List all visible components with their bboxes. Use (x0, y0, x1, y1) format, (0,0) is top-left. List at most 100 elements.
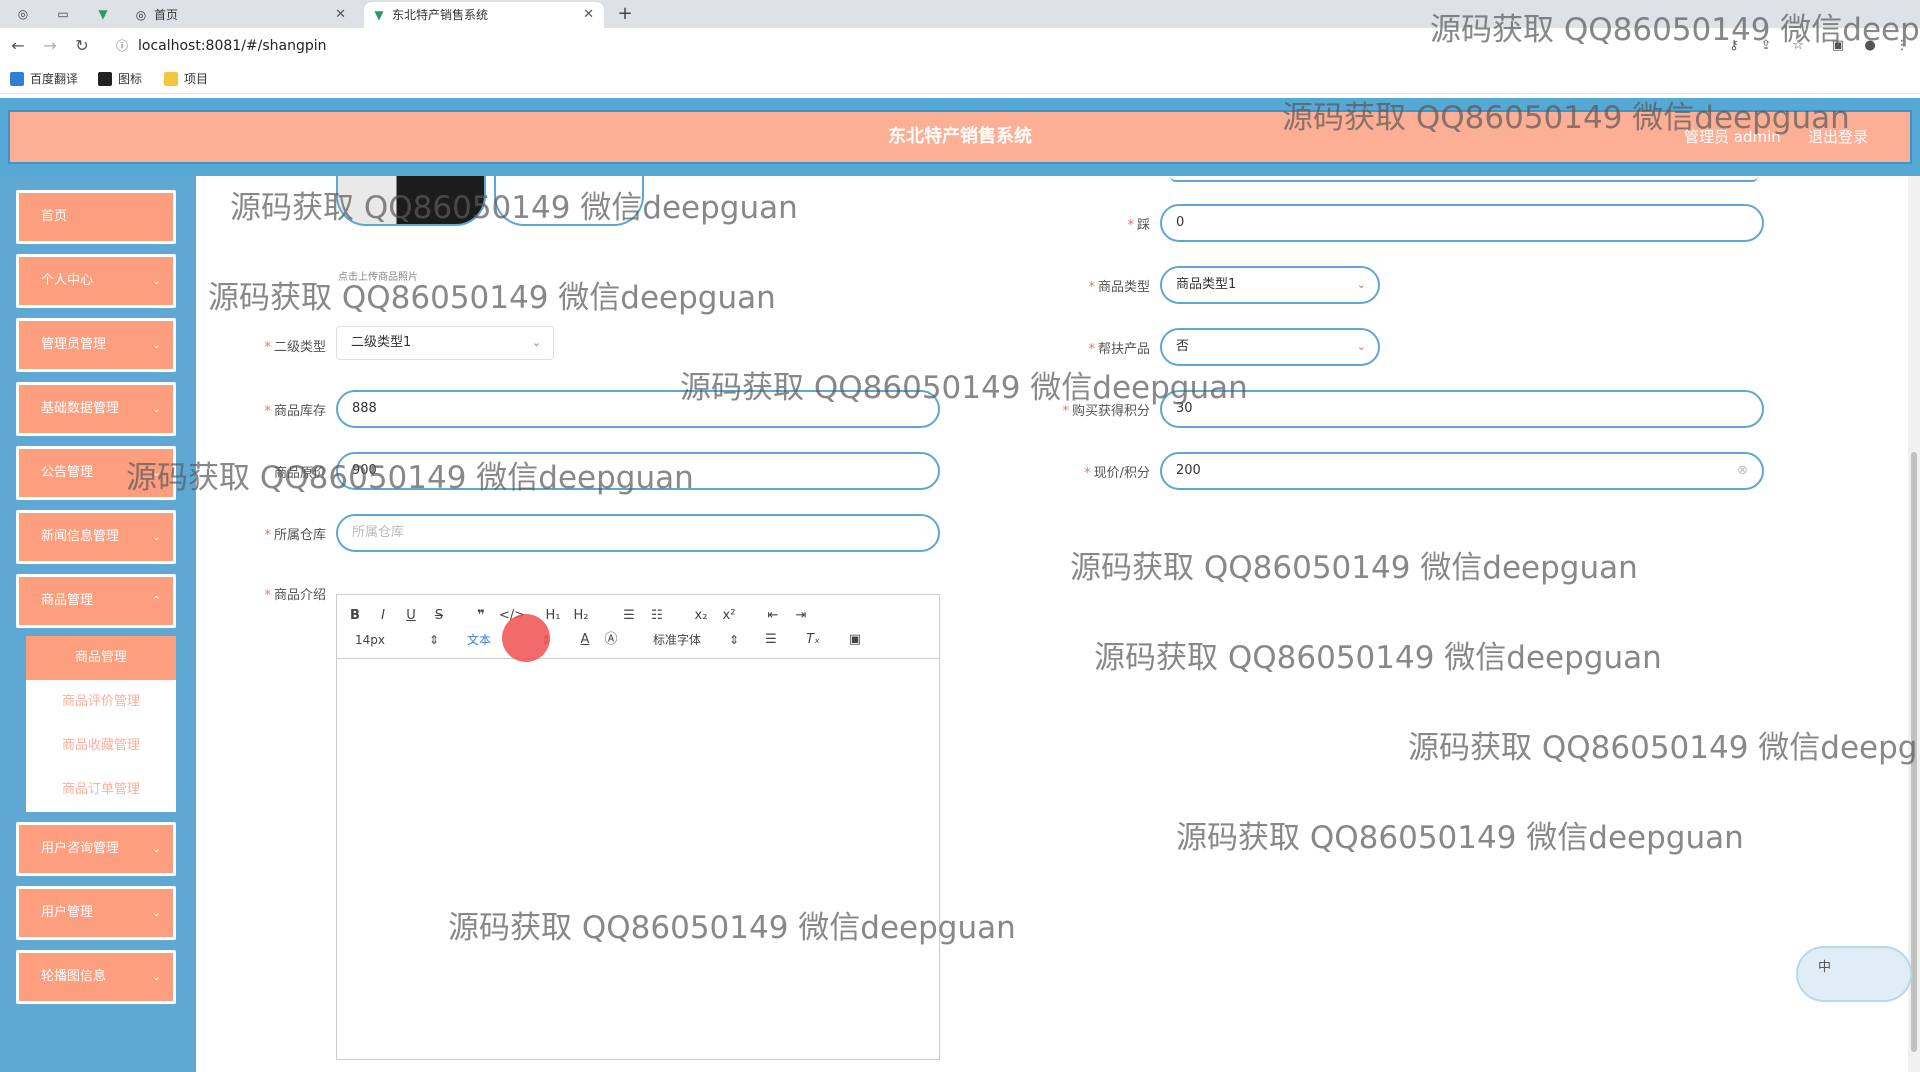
reload-icon[interactable]: ↻ (72, 36, 92, 56)
points-input[interactable]: 30 (1160, 390, 1764, 428)
clear-icon[interactable]: ⊗ (1737, 454, 1748, 488)
aid-product-label: * 帮扶产品 (1088, 342, 1150, 357)
close-icon[interactable]: ✕ (583, 2, 594, 28)
bold-icon[interactable]: B (345, 607, 365, 625)
ordered-list-icon[interactable]: ☰ (619, 607, 639, 625)
sidebar-item-carousel[interactable]: 轮播图信息 ⌄ (16, 950, 176, 1004)
align-icon[interactable]: ☰ (761, 631, 781, 649)
browser-tab-bar: ◎ ▭ ▼ ◎ 首页 ✕ ▼ 东北特产销售系统 ✕ + (0, 0, 1920, 28)
sidebar-item-basedata[interactable]: 基础数据管理 ⌄ (16, 382, 176, 436)
secondary-type-select[interactable]: 二级类型1 ⌄ (336, 326, 554, 360)
points-label: * 购买获得积分 (1062, 404, 1150, 419)
page-title: 东北特产销售系统 (888, 126, 1032, 147)
admin-label: 管理员 admin (1684, 128, 1781, 146)
image-icon[interactable]: ▣ (845, 631, 865, 649)
secondary-type-label: * 二级类型 (264, 340, 326, 355)
new-tab-button[interactable]: + (614, 4, 636, 24)
font-family-select[interactable]: 标准字体 ⇕ (653, 631, 739, 649)
bookmark-project[interactable]: 项目 (164, 70, 208, 88)
intro-label: * 商品介绍 (264, 588, 326, 603)
sidepanel-icon[interactable]: ▣ (1830, 38, 1846, 54)
globe-icon[interactable]: ◎ (12, 4, 34, 24)
product-image-preview[interactable] (336, 176, 486, 226)
close-icon[interactable]: ✕ (335, 2, 346, 28)
warehouse-input[interactable]: 所属仓库 (336, 514, 940, 552)
original-price-input[interactable]: 900 (336, 452, 940, 490)
translate-icon (10, 72, 24, 86)
info-icon[interactable]: ⓘ (116, 32, 128, 60)
sidebar-item-consult[interactable]: 用户咨询管理 ⌄ (16, 822, 176, 876)
back-icon[interactable]: ← (8, 36, 28, 56)
background-color-icon[interactable]: Ⓐ (601, 631, 621, 649)
chevron-down-icon: ⌄ (151, 402, 161, 415)
sidebar-item-admins[interactable]: 管理员管理 ⌄ (16, 318, 176, 372)
watermark: 源码获取 QQ86050149 微信deepguan (208, 280, 776, 316)
product-type-select[interactable]: 商品类型1 ⌄ (1160, 266, 1380, 304)
superscript-icon[interactable]: x² (719, 607, 739, 625)
updown-icon: ⇕ (428, 633, 439, 647)
clear-format-icon[interactable]: Tₓ (803, 631, 823, 649)
logout-button[interactable]: 退出登录 (1808, 112, 1868, 162)
folder-icon (164, 72, 178, 86)
scrollbar-thumb[interactable] (1911, 452, 1917, 1052)
scrollbar[interactable] (1908, 176, 1920, 1072)
editor-toolbar: B I U S ❞ </> H₁ H₂ ☰ ☷ x₂ x² ⇤ ⇥ 14px ⇕ … (337, 595, 939, 659)
font-size-select[interactable]: 14px ⇕ (355, 631, 439, 649)
sidebar: 首页 个人中心 ⌄ 管理员管理 ⌄ 基础数据管理 ⌄ 公告管理 ⌄ 新闻信息管理 ⌄ 商品… (0, 176, 196, 1072)
star-icon[interactable]: ☆ (1790, 38, 1806, 54)
watermark: 源码获取 QQ86050149 微信deepguan (1094, 640, 1662, 676)
tab-placeholder-icon[interactable]: ▭ (52, 4, 74, 24)
chevron-down-icon: ⌄ (151, 274, 161, 287)
sidebar-item-news[interactable]: 新闻信息管理 ⌄ (16, 510, 176, 564)
aid-product-select[interactable]: 否 ⌄ (1160, 328, 1380, 366)
share-icon[interactable]: ⇪ (1758, 38, 1774, 54)
submenu-item-favorites[interactable]: 商品收藏管理 (26, 724, 176, 768)
italic-icon[interactable]: I (373, 607, 393, 625)
app-header: 东北特产销售系统 管理员 admin 退出登录 (0, 98, 1920, 176)
stock-input[interactable]: 888 (336, 390, 940, 428)
url-field[interactable]: ⓘ localhost:8081/#/shangpin (106, 32, 1706, 60)
vue-icon[interactable]: ▼ (92, 4, 114, 24)
bookmark-translate[interactable]: 百度翻译 (10, 70, 78, 88)
outdent-icon[interactable]: ⇤ (763, 607, 783, 625)
submenu-item-products[interactable]: 商品管理 (26, 636, 176, 680)
bookmark-icons[interactable]: 图标 (98, 70, 142, 88)
watermark: 源码获取 QQ86050149 微信deepgua (1408, 730, 1920, 766)
current-price-input[interactable]: 200 ⊗ (1160, 452, 1764, 490)
quote-icon[interactable]: ❞ (471, 607, 491, 625)
menu-icon[interactable]: ⋮ (1894, 38, 1910, 54)
sidebar-item-profile[interactable]: 个人中心 ⌄ (16, 254, 176, 308)
cursor-highlight (502, 614, 550, 662)
h2-icon[interactable]: H₂ (571, 607, 591, 625)
chevron-down-icon: ⌄ (151, 906, 161, 919)
submenu-item-orders[interactable]: 商品订单管理 (26, 768, 176, 812)
sidebar-item-home[interactable]: 首页 (16, 190, 176, 244)
globe-icon: ◎ (135, 8, 147, 22)
address-bar: ← → ↻ ⓘ localhost:8081/#/shangpin ⚷ ⇪ ☆ … (0, 28, 1920, 64)
watermark: 源码获取 QQ86050149 微信deepguan (1070, 550, 1638, 586)
submenu-item-reviews[interactable]: 商品评价管理 (26, 680, 176, 724)
subscript-icon[interactable]: x₂ (691, 607, 711, 625)
editor-content[interactable] (337, 659, 939, 1059)
tab-home[interactable]: ◎ 首页 ✕ (126, 2, 356, 28)
forward-icon[interactable]: → (40, 36, 60, 56)
profile-icon[interactable]: ● (1862, 38, 1878, 54)
chevron-down-icon: ⌄ (151, 338, 161, 351)
tab-app[interactable]: ▼ 东北特产销售系统 ✕ (364, 2, 604, 28)
key-icon[interactable]: ⚷ (1726, 38, 1742, 54)
ime-widget[interactable]: 中 (1796, 946, 1912, 1002)
font-color-icon[interactable]: A (575, 631, 595, 649)
underline-icon[interactable]: U (401, 607, 421, 625)
h1-icon[interactable]: H₁ (543, 607, 563, 625)
previous-input-edge (1170, 176, 1758, 182)
product-image-upload[interactable] (494, 176, 644, 226)
chevron-down-icon: ⌄ (151, 466, 161, 479)
sidebar-item-notice[interactable]: 公告管理 ⌄ (16, 446, 176, 500)
indent-icon[interactable]: ⇥ (791, 607, 811, 625)
strike-icon[interactable]: S (429, 607, 449, 625)
sidebar-item-users[interactable]: 用户管理 ⌄ (16, 886, 176, 940)
bullet-list-icon[interactable]: ☷ (647, 607, 667, 625)
dislike-input[interactable]: 0 (1160, 204, 1764, 242)
sidebar-item-products[interactable]: 商品管理 ⌃ (16, 574, 176, 628)
header-bar: 东北特产销售系统 管理员 admin 退出登录 (8, 110, 1912, 164)
